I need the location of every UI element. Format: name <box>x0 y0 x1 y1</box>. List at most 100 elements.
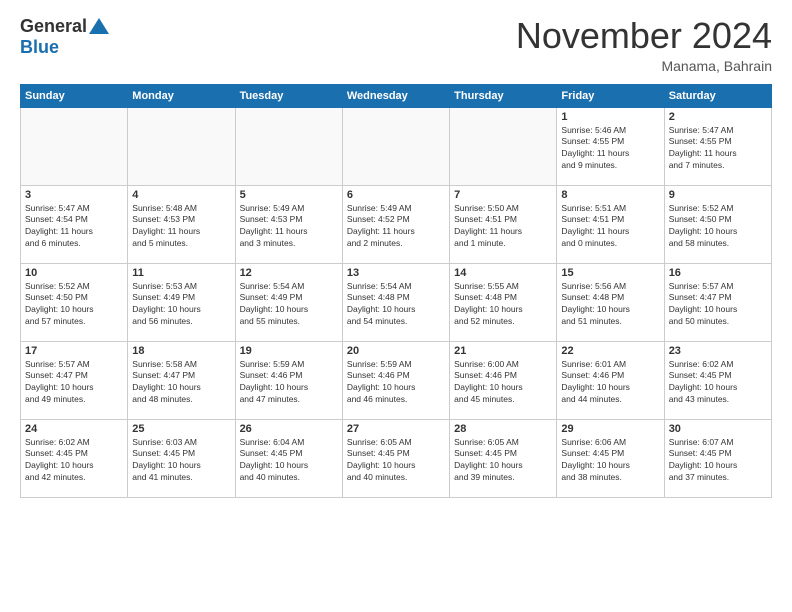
table-row: 28Sunrise: 6:05 AMSunset: 4:45 PMDayligh… <box>450 419 557 497</box>
day-number: 10 <box>25 267 123 279</box>
day-number: 6 <box>347 189 445 201</box>
cell-info: Sunrise: 5:58 AMSunset: 4:47 PMDaylight:… <box>132 359 230 407</box>
calendar-body: 1 Sunrise: 5:46 AMSunset: 4:55 PMDaylight… <box>21 107 772 497</box>
day-number: 8 <box>561 189 659 201</box>
cell-info: Sunrise: 6:03 AMSunset: 4:45 PMDaylight:… <box>132 437 230 485</box>
cell-info: Sunrise: 5:54 AMSunset: 4:49 PMDaylight:… <box>240 281 338 329</box>
weekday-header-row: SundayMondayTuesdayWednesdayThursdayFrid… <box>21 84 772 107</box>
title-area: November 2024 Manama, Bahrain <box>516 16 772 74</box>
day-number: 9 <box>669 189 767 201</box>
cell-info: Sunrise: 5:59 AMSunset: 4:46 PMDaylight:… <box>347 359 445 407</box>
cell-info: Sunrise: 5:52 AMSunset: 4:50 PMDaylight:… <box>25 281 123 329</box>
calendar-week-row: 3 Sunrise: 5:47 AMSunset: 4:54 PMDaylight… <box>21 185 772 263</box>
table-row: 14 Sunrise: 5:55 AMSunset: 4:48 PMDayligh… <box>450 263 557 341</box>
weekday-header-cell: Sunday <box>21 84 128 107</box>
day-number: 4 <box>132 189 230 201</box>
day-number: 23 <box>669 345 767 357</box>
cell-info: Sunrise: 5:59 AMSunset: 4:46 PMDaylight:… <box>240 359 338 407</box>
day-number: 30 <box>669 423 767 435</box>
day-number: 25 <box>132 423 230 435</box>
cell-info: Sunrise: 6:02 AMSunset: 4:45 PMDaylight:… <box>669 359 767 407</box>
table-row: 5 Sunrise: 5:49 AMSunset: 4:53 PMDaylight… <box>235 185 342 263</box>
table-row: 22 Sunrise: 6:01 AMSunset: 4:46 PMDayligh… <box>557 341 664 419</box>
logo: General Blue <box>20 16 109 58</box>
weekday-header-cell: Monday <box>128 84 235 107</box>
table-row: 2Sunrise: 5:47 AMSunset: 4:55 PMDaylight… <box>664 107 771 185</box>
calendar-week-row: 24 Sunrise: 6:02 AMSunset: 4:45 PMDayligh… <box>21 419 772 497</box>
page: General Blue November 2024 Manama, Bahra… <box>0 0 792 612</box>
table-row: 8 Sunrise: 5:51 AMSunset: 4:51 PMDaylight… <box>557 185 664 263</box>
table-row: 24 Sunrise: 6:02 AMSunset: 4:45 PMDayligh… <box>21 419 128 497</box>
cell-info: Sunrise: 5:49 AMSunset: 4:52 PMDaylight:… <box>347 203 445 251</box>
weekday-header-cell: Wednesday <box>342 84 449 107</box>
cell-info: Sunrise: 5:50 AMSunset: 4:51 PMDaylight:… <box>454 203 552 251</box>
table-row: 6 Sunrise: 5:49 AMSunset: 4:52 PMDaylight… <box>342 185 449 263</box>
table-row: 20 Sunrise: 5:59 AMSunset: 4:46 PMDayligh… <box>342 341 449 419</box>
cell-info: Sunrise: 6:05 AMSunset: 4:45 PMDaylight:… <box>347 437 445 485</box>
day-number: 12 <box>240 267 338 279</box>
table-row: 12 Sunrise: 5:54 AMSunset: 4:49 PMDayligh… <box>235 263 342 341</box>
logo-triangle-icon <box>89 18 109 34</box>
table-row: 13 Sunrise: 5:54 AMSunset: 4:48 PMDayligh… <box>342 263 449 341</box>
table-row: 25 Sunrise: 6:03 AMSunset: 4:45 PMDayligh… <box>128 419 235 497</box>
day-number: 29 <box>561 423 659 435</box>
cell-info: Sunrise: 5:51 AMSunset: 4:51 PMDaylight:… <box>561 203 659 251</box>
header: General Blue November 2024 Manama, Bahra… <box>20 16 772 74</box>
day-number: 14 <box>454 267 552 279</box>
table-row <box>342 107 449 185</box>
table-row: 15 Sunrise: 5:56 AMSunset: 4:48 PMDayligh… <box>557 263 664 341</box>
cell-info: Sunrise: 6:02 AMSunset: 4:45 PMDaylight:… <box>25 437 123 485</box>
cell-info: Sunrise: 5:48 AMSunset: 4:53 PMDaylight:… <box>132 203 230 251</box>
calendar-week-row: 10 Sunrise: 5:52 AMSunset: 4:50 PMDayligh… <box>21 263 772 341</box>
table-row: 16 Sunrise: 5:57 AMSunset: 4:47 PMDayligh… <box>664 263 771 341</box>
day-number: 5 <box>240 189 338 201</box>
cell-info: Sunrise: 6:00 AMSunset: 4:46 PMDaylight:… <box>454 359 552 407</box>
cell-info: Sunrise: 5:49 AMSunset: 4:53 PMDaylight:… <box>240 203 338 251</box>
table-row: 21Sunrise: 6:00 AMSunset: 4:46 PMDayligh… <box>450 341 557 419</box>
weekday-header-cell: Saturday <box>664 84 771 107</box>
weekday-header-cell: Tuesday <box>235 84 342 107</box>
day-number: 17 <box>25 345 123 357</box>
cell-info: Sunrise: 5:57 AMSunset: 4:47 PMDaylight:… <box>669 281 767 329</box>
day-number: 1 <box>561 111 659 123</box>
day-number: 13 <box>347 267 445 279</box>
day-number: 7 <box>454 189 552 201</box>
table-row: 19 Sunrise: 5:59 AMSunset: 4:46 PMDayligh… <box>235 341 342 419</box>
month-title: November 2024 <box>516 16 772 56</box>
table-row: 1 Sunrise: 5:46 AMSunset: 4:55 PMDaylight… <box>557 107 664 185</box>
table-row: 29Sunrise: 6:06 AMSunset: 4:45 PMDayligh… <box>557 419 664 497</box>
cell-info: Sunrise: 6:01 AMSunset: 4:46 PMDaylight:… <box>561 359 659 407</box>
weekday-header-cell: Thursday <box>450 84 557 107</box>
table-row: 4 Sunrise: 5:48 AMSunset: 4:53 PMDaylight… <box>128 185 235 263</box>
day-number: 26 <box>240 423 338 435</box>
cell-info: Sunrise: 5:47 AMSunset: 4:55 PMDaylight:… <box>669 125 767 173</box>
logo-blue-text: Blue <box>20 37 59 58</box>
day-number: 22 <box>561 345 659 357</box>
calendar-week-row: 1 Sunrise: 5:46 AMSunset: 4:55 PMDaylight… <box>21 107 772 185</box>
cell-info: Sunrise: 5:56 AMSunset: 4:48 PMDaylight:… <box>561 281 659 329</box>
day-number: 24 <box>25 423 123 435</box>
table-row: 23 Sunrise: 6:02 AMSunset: 4:45 PMDayligh… <box>664 341 771 419</box>
cell-info: Sunrise: 5:53 AMSunset: 4:49 PMDaylight:… <box>132 281 230 329</box>
calendar: SundayMondayTuesdayWednesdayThursdayFrid… <box>20 84 772 498</box>
table-row: 11Sunrise: 5:53 AMSunset: 4:49 PMDayligh… <box>128 263 235 341</box>
calendar-week-row: 17 Sunrise: 5:57 AMSunset: 4:47 PMDayligh… <box>21 341 772 419</box>
cell-info: Sunrise: 5:55 AMSunset: 4:48 PMDaylight:… <box>454 281 552 329</box>
day-number: 3 <box>25 189 123 201</box>
day-number: 20 <box>347 345 445 357</box>
table-row: 9 Sunrise: 5:52 AMSunset: 4:50 PMDaylight… <box>664 185 771 263</box>
cell-info: Sunrise: 5:46 AMSunset: 4:55 PMDaylight:… <box>561 125 659 173</box>
cell-info: Sunrise: 5:57 AMSunset: 4:47 PMDaylight:… <box>25 359 123 407</box>
weekday-header-cell: Friday <box>557 84 664 107</box>
cell-info: Sunrise: 6:04 AMSunset: 4:45 PMDaylight:… <box>240 437 338 485</box>
cell-info: Sunrise: 5:47 AMSunset: 4:54 PMDaylight:… <box>25 203 123 251</box>
table-row: 27 Sunrise: 6:05 AMSunset: 4:45 PMDayligh… <box>342 419 449 497</box>
cell-info: Sunrise: 5:52 AMSunset: 4:50 PMDaylight:… <box>669 203 767 251</box>
day-number: 16 <box>669 267 767 279</box>
cell-info: Sunrise: 5:54 AMSunset: 4:48 PMDaylight:… <box>347 281 445 329</box>
day-number: 15 <box>561 267 659 279</box>
table-row <box>450 107 557 185</box>
day-number: 19 <box>240 345 338 357</box>
day-number: 27 <box>347 423 445 435</box>
table-row: 18Sunrise: 5:58 AMSunset: 4:47 PMDayligh… <box>128 341 235 419</box>
